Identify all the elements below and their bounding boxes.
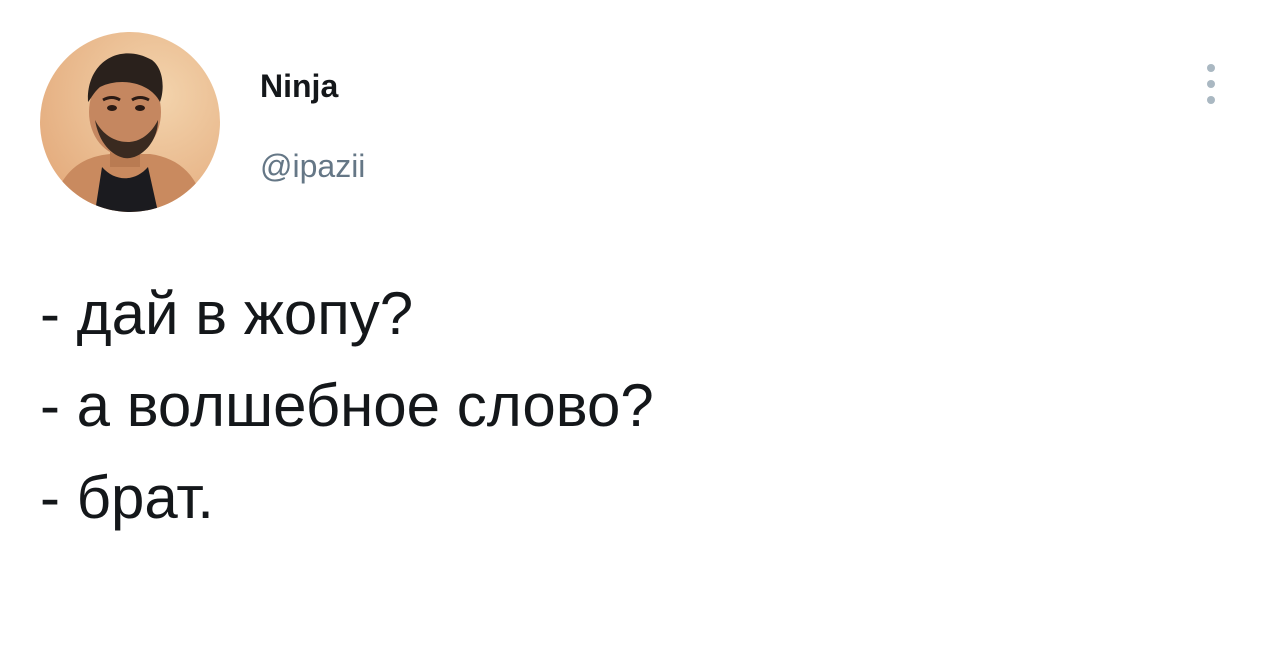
avatar-photo-icon bbox=[40, 32, 220, 212]
vertical-ellipsis-icon bbox=[1207, 80, 1215, 88]
author-avatar[interactable] bbox=[40, 32, 220, 212]
vertical-ellipsis-icon bbox=[1207, 96, 1215, 104]
author-display-name[interactable]: Ninja bbox=[260, 66, 338, 106]
tweet-line: - дай в жопу? bbox=[40, 280, 414, 347]
tweet-line: - брат. bbox=[40, 464, 214, 531]
tweet-text: - дай в жопу? - а волшебное слово? - бра… bbox=[40, 268, 1220, 544]
tweet-line: - а волшебное слово? bbox=[40, 372, 654, 439]
author-handle[interactable]: @ipazii bbox=[260, 146, 365, 186]
vertical-ellipsis-icon bbox=[1207, 64, 1215, 72]
more-options-button[interactable] bbox=[1196, 56, 1226, 112]
tweet-card: Ninja @ipazii - дай в жопу? - а волшебно… bbox=[0, 0, 1280, 649]
